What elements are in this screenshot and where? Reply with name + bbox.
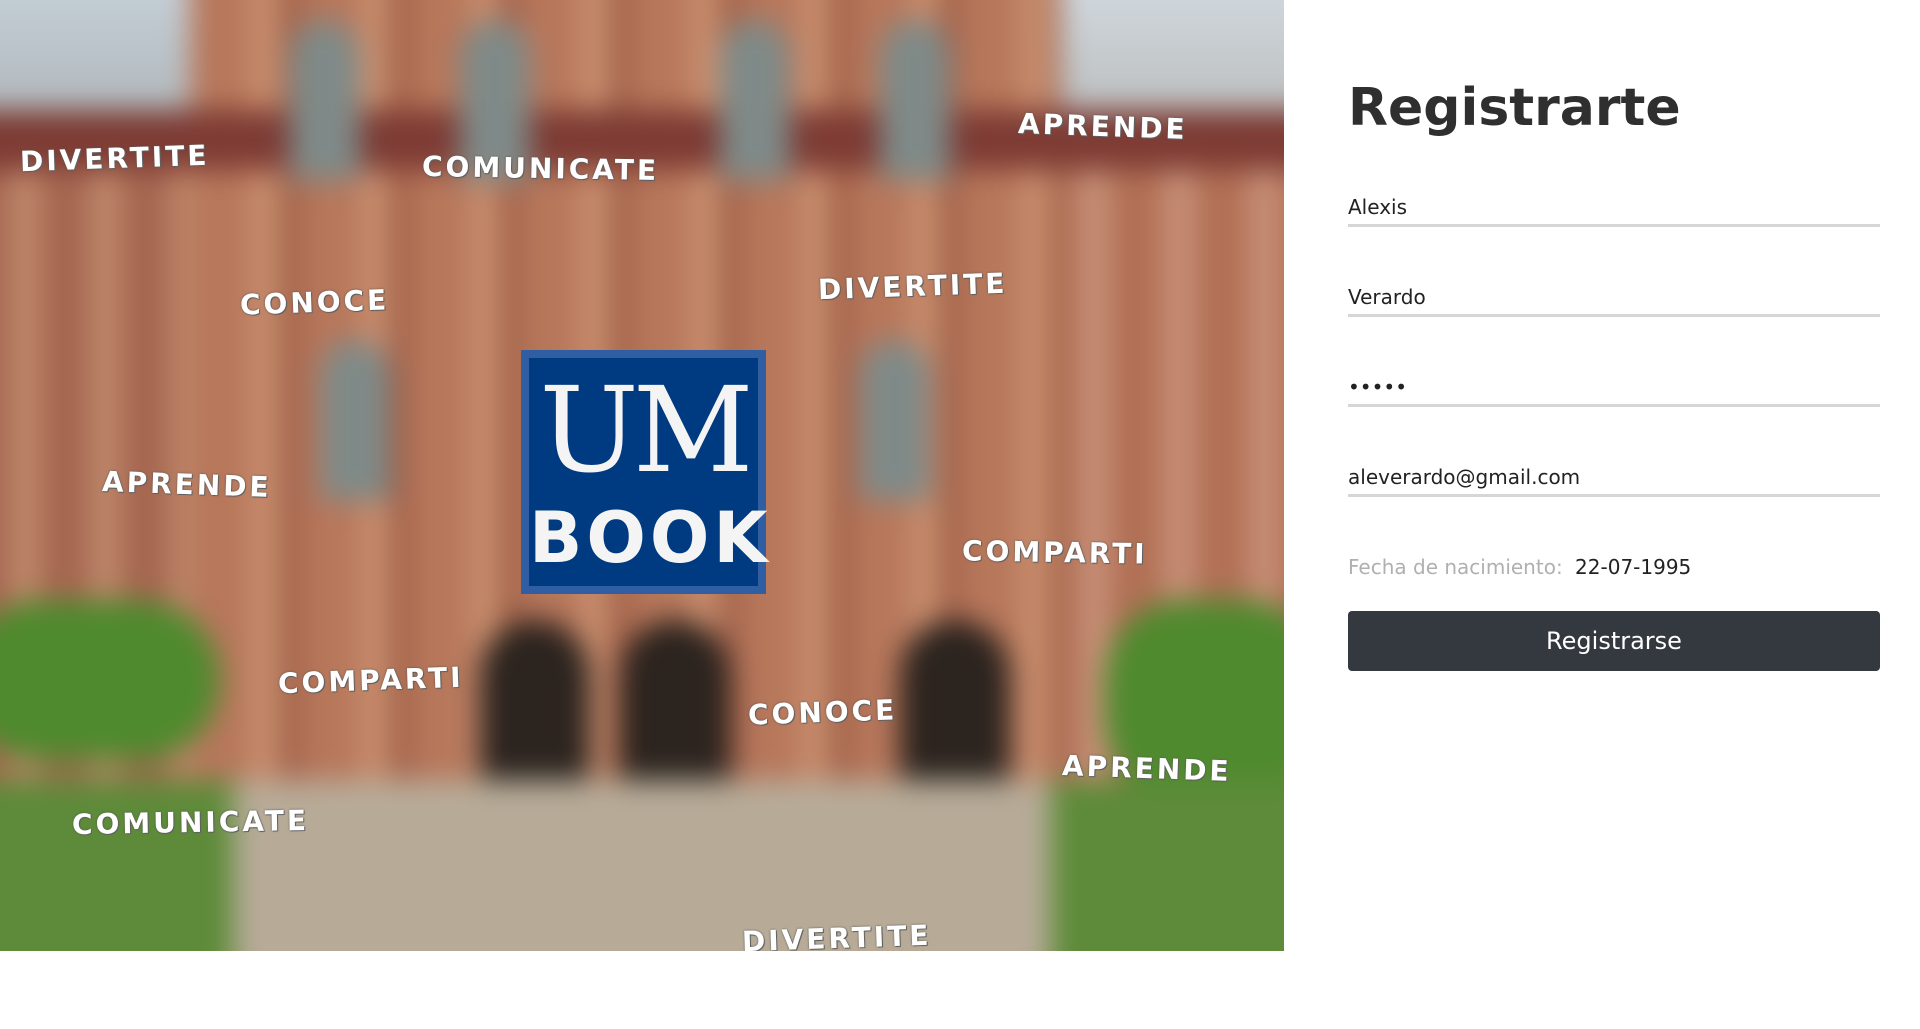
window <box>720 20 790 180</box>
birthdate-field[interactable]: Fecha de nacimiento: 22-07-1995 <box>1348 555 1691 579</box>
page-title: Registrarte <box>1348 78 1681 138</box>
floating-word: COMPARTI <box>961 534 1148 571</box>
floating-word: DIVERTITE <box>741 918 933 951</box>
hero-banner: DIVERTITE COMUNICATE APRENDE CONOCE DIVE… <box>0 0 1284 951</box>
floating-word: APRENDE <box>1017 107 1189 146</box>
email-input[interactable] <box>1348 459 1880 497</box>
umbook-logo: UM BOOK <box>521 350 772 594</box>
window <box>860 340 930 500</box>
floating-word: COMUNICATE <box>421 149 660 188</box>
floating-word: CONOCE <box>747 693 898 732</box>
floating-word: APRENDE <box>1061 749 1233 788</box>
last-name-input[interactable] <box>1348 279 1880 317</box>
window <box>290 20 360 180</box>
birthdate-value[interactable]: 22-07-1995 <box>1575 555 1691 579</box>
floating-word: DIVERTITE <box>817 266 1009 307</box>
birthdate-label: Fecha de nacimiento: <box>1348 555 1563 579</box>
first-name-input[interactable] <box>1348 189 1880 227</box>
registration-panel: Registrarte Fecha de nacimiento: 22-07-1… <box>1348 0 1880 1029</box>
hedge-left <box>0 600 220 760</box>
logo-line-1: UM <box>539 361 753 499</box>
floating-word: COMPARTI <box>277 660 465 701</box>
floating-word: DIVERTITE <box>19 138 211 179</box>
floating-word: CONOCE <box>239 283 390 322</box>
logo-line-2: BOOK <box>529 497 772 579</box>
register-button[interactable]: Registrarse <box>1348 611 1880 671</box>
floating-word: COMUNICATE <box>71 803 310 842</box>
password-input[interactable] <box>1348 369 1880 407</box>
window <box>320 340 390 500</box>
window <box>880 20 950 180</box>
floating-word: APRENDE <box>101 465 273 504</box>
